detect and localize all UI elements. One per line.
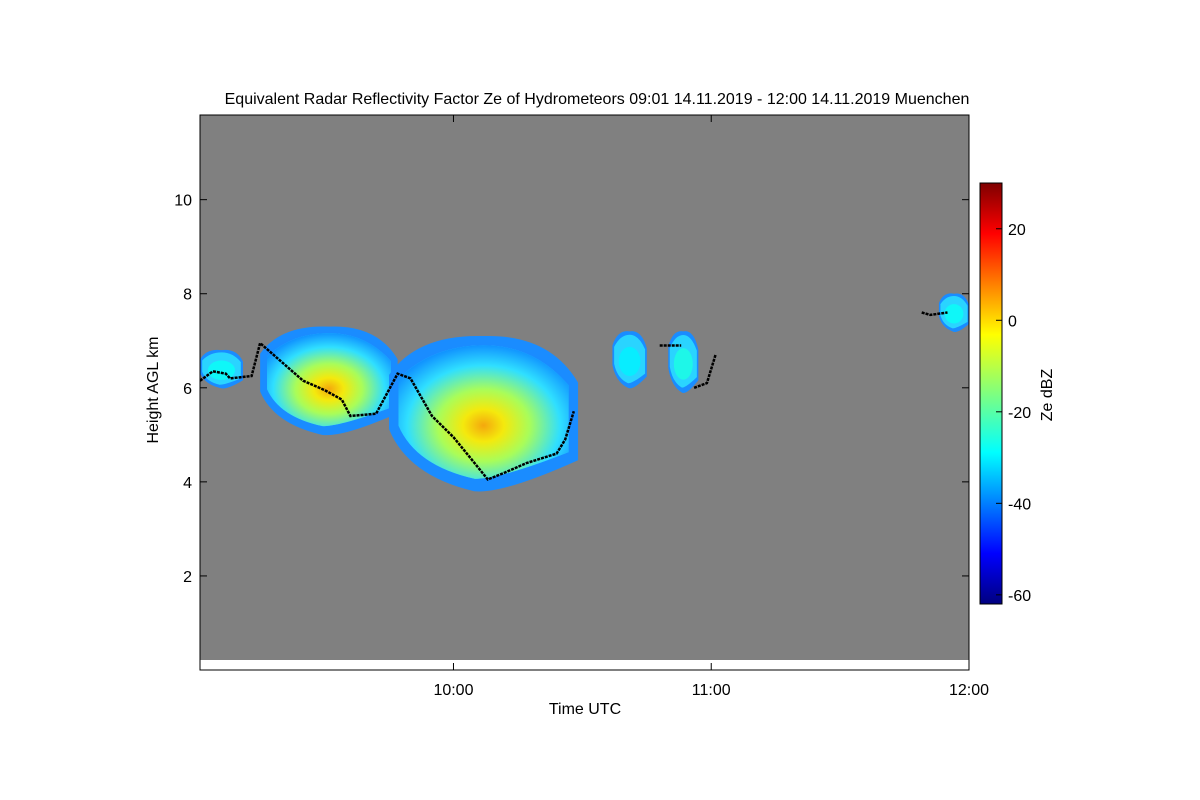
colorbar-tick-label: 20 (1008, 222, 1026, 239)
chart-title: Equivalent Radar Reflectivity Factor Ze … (225, 91, 970, 108)
x-tick-label: 10:00 (433, 682, 473, 699)
ground-strip (200, 660, 969, 670)
colorbar-tick-label: -60 (1008, 588, 1031, 605)
radar-chart: Equivalent Radar Reflectivity Factor Ze … (145, 91, 1056, 718)
y-tick-label: 10 (174, 193, 192, 210)
cloud-region-core (618, 346, 641, 377)
colorbar-tick-label: 0 (1008, 313, 1017, 330)
y-tick-label: 8 (183, 287, 192, 304)
y-tick-label: 2 (183, 569, 192, 586)
cloud-region-core (207, 360, 236, 380)
colorbar-tick-label: -40 (1008, 496, 1031, 513)
y-axis-label: Height AGL km (145, 336, 162, 443)
y-tick-label: 6 (183, 381, 192, 398)
cloud-region-core (673, 348, 693, 380)
x-tick-label: 11:00 (692, 682, 731, 699)
y-tick-label: 4 (183, 475, 192, 492)
x-axis-label: Time UTC (549, 701, 621, 718)
colorbar (979, 182, 1003, 605)
x-tick-label: 12:00 (949, 682, 989, 699)
colorbar-tick-label: -20 (1008, 405, 1031, 422)
colorbar-label: Ze dBZ (1039, 369, 1056, 422)
